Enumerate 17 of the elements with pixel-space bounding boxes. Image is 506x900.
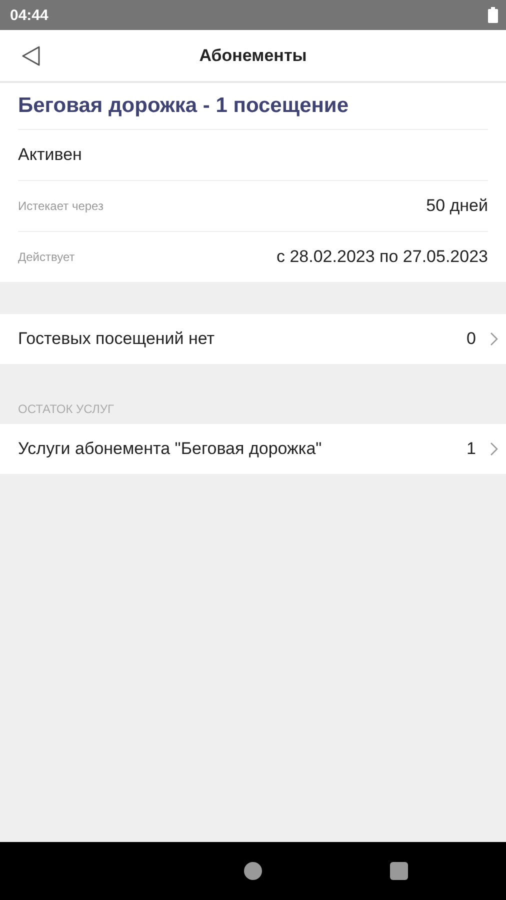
subscription-status: Активен: [18, 145, 82, 165]
subscription-title: Беговая дорожка - 1 посещение: [18, 83, 488, 130]
guest-visits-row[interactable]: Гостевых посещений нет 0: [0, 314, 506, 364]
battery-icon: [488, 7, 498, 23]
detail-value: с 28.02.2023 по 27.05.2023: [276, 247, 488, 267]
screen-title: Абонементы: [199, 46, 307, 66]
detail-label: Истекает через: [18, 199, 104, 213]
section-heading: ОСТАТОК УСЛУГ: [17, 401, 115, 418]
detail-value: 50 дней: [426, 196, 488, 216]
chevron-icon: [490, 332, 498, 346]
detail-label: Действует: [18, 250, 75, 264]
chevron-icon: [490, 442, 498, 456]
service-row[interactable]: Услуги абонемента "Беговая дорожка" 1: [0, 424, 506, 474]
back-icon[interactable]: [22, 46, 40, 66]
recents-button[interactable]: [390, 862, 408, 880]
home-button[interactable]: [244, 862, 262, 880]
status-time: 04:44: [10, 6, 48, 24]
